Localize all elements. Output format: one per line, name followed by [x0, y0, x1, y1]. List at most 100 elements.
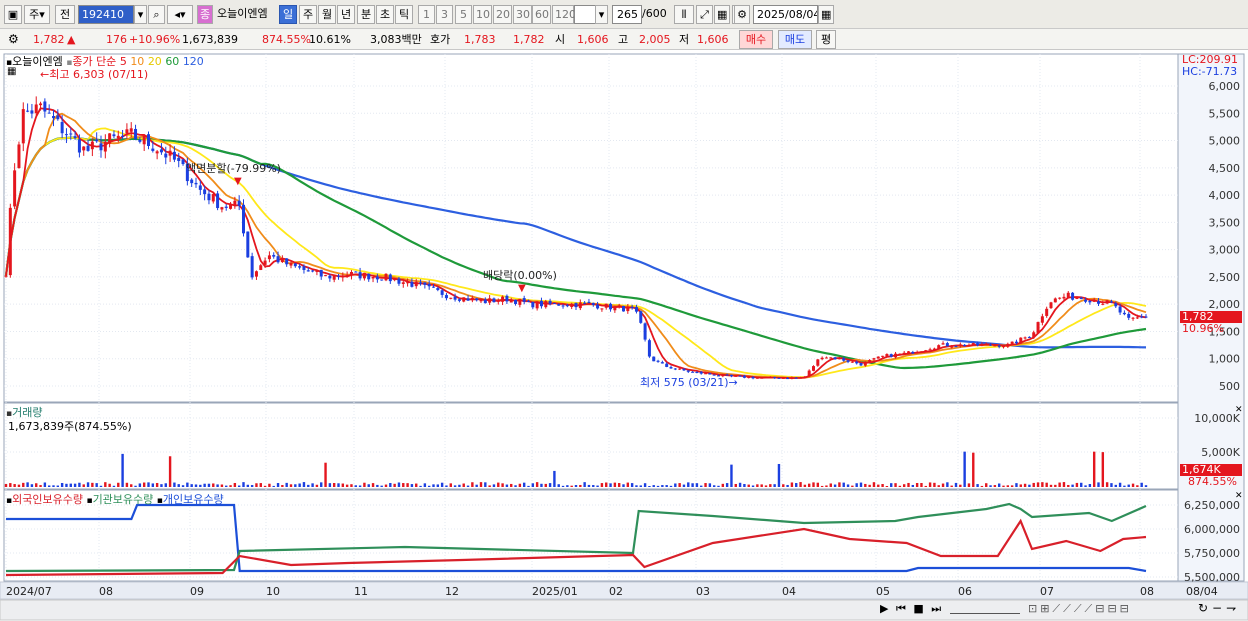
- volume-bar: [777, 463, 781, 487]
- candle-body: [30, 110, 34, 114]
- volume-bar: [769, 484, 772, 487]
- candle-body: [1118, 306, 1122, 313]
- volume-panel-close-icon[interactable]: ✕: [1235, 405, 1243, 415]
- volume-bar: [544, 483, 547, 487]
- search-icon[interactable]: ⌕: [148, 5, 165, 24]
- candle-body: [850, 361, 854, 363]
- tick-button-120[interactable]: 120: [552, 5, 576, 24]
- candle-body: [73, 136, 77, 138]
- settings-gear-icon[interactable]: ⚙: [734, 5, 750, 24]
- low-label: 저: [679, 33, 690, 46]
- tick-button-60[interactable]: 60: [532, 5, 551, 24]
- tick-button-3[interactable]: 3: [436, 5, 453, 24]
- candle-body: [354, 271, 358, 273]
- tick-button-20[interactable]: 20: [493, 5, 512, 24]
- volume-bar: [237, 485, 241, 487]
- tick-button-1[interactable]: 1: [418, 5, 435, 24]
- grid-icon[interactable]: ▦: [714, 5, 730, 24]
- code-dropdown-icon[interactable]: ▾: [134, 5, 147, 24]
- tick-button-30[interactable]: 30: [513, 5, 532, 24]
- candle-body: [475, 298, 479, 301]
- draw-tool-icon[interactable]: ⤢: [696, 5, 713, 24]
- candle-body: [1010, 341, 1014, 344]
- change-arrow-icon: ▲: [67, 33, 76, 46]
- chart-tool-icons[interactable]: ⊡⊞⟋⟋⟋⟋⊟⊟⊟: [1028, 602, 1132, 616]
- candle-body: [69, 133, 73, 135]
- open-price: 1,606: [577, 33, 609, 46]
- window-icon[interactable]: ▣: [4, 5, 22, 24]
- stock-code-input[interactable]: 192410: [78, 5, 134, 24]
- volume-bar: [337, 483, 340, 487]
- candle-body: [1036, 322, 1040, 333]
- candle-body: [254, 271, 258, 277]
- legend-ma60[interactable]: 60: [165, 55, 179, 68]
- calendar-icon[interactable]: ▦: [818, 5, 834, 24]
- volume-bar: [1110, 483, 1113, 487]
- legend-institution[interactable]: 기관보유수량: [93, 493, 154, 506]
- data-count-input[interactable]: 265: [612, 5, 642, 24]
- speaker-icon[interactable]: ◂▾: [167, 5, 193, 24]
- candle-type-icon[interactable]: ⫴: [674, 5, 694, 24]
- candle-body: [1006, 343, 1010, 347]
- candle-body: [591, 302, 595, 305]
- x-axis-label: 2025/01: [532, 585, 578, 598]
- prev-button[interactable]: 전: [55, 5, 75, 24]
- stock-chart[interactable]: 6,000 5,500 5,000 4,500 4,000 3,500 3,000 2,500…: [0, 51, 1248, 621]
- period-select[interactable]: 주▾: [24, 5, 50, 24]
- volume-bar: [1032, 482, 1035, 487]
- legend-ma20[interactable]: 20: [148, 55, 162, 68]
- interval-dropdown-icon[interactable]: ▾: [595, 5, 608, 24]
- legend-ma120[interactable]: 120: [183, 55, 204, 68]
- candle-body: [846, 360, 850, 362]
- candle-body: [803, 376, 807, 378]
- volume-bar: [130, 484, 133, 487]
- legend-individual[interactable]: 개인보유수량: [163, 493, 224, 506]
- volume-bar: [954, 482, 958, 487]
- volume-bar: [289, 484, 293, 487]
- volume-bar: [345, 484, 349, 487]
- candle-body: [64, 134, 68, 136]
- volume-bar: [976, 484, 979, 487]
- candle-body: [751, 376, 755, 379]
- volume-bar: [803, 484, 807, 487]
- last-price-pct: 10.96%: [1182, 322, 1224, 335]
- volume-bar: [186, 482, 189, 487]
- eval-button[interactable]: 평: [816, 30, 836, 49]
- price-change: 176: [106, 33, 127, 46]
- sell-button[interactable]: 매도: [778, 30, 812, 49]
- tab-week[interactable]: 주: [299, 5, 317, 24]
- candle-body: [233, 200, 237, 206]
- volume-bar: [665, 485, 668, 487]
- holder-y-tick: 6,000,000: [1184, 523, 1240, 536]
- volume-bar: [561, 485, 565, 487]
- holder-panel-close-icon[interactable]: ✕: [1235, 491, 1243, 501]
- date-input[interactable]: 2025/08/04: [753, 5, 818, 24]
- settings-small-icon[interactable]: ⚙: [8, 32, 19, 47]
- candle-body: [116, 135, 120, 139]
- zoom-icons[interactable]: ↻−⇁: [1198, 601, 1240, 615]
- scroll-controls[interactable]: ▶ ⏮ ■ ⏭: [880, 602, 943, 616]
- volume-bar: [242, 482, 245, 487]
- tab-tick[interactable]: 틱: [395, 5, 413, 24]
- panel-menu-icon[interactable]: ▦: [7, 66, 16, 77]
- volume-bar: [648, 485, 651, 487]
- tab-minute[interactable]: 분: [357, 5, 375, 24]
- volume-bar: [281, 485, 284, 487]
- tick-button-10[interactable]: 10: [473, 5, 492, 24]
- candle-body: [859, 362, 863, 366]
- volume-bar: [108, 483, 111, 487]
- tab-second[interactable]: 초: [376, 5, 394, 24]
- tab-year[interactable]: 년: [337, 5, 355, 24]
- volume-bar: [285, 482, 288, 487]
- buy-button[interactable]: 매수: [739, 30, 773, 49]
- tick-button-5[interactable]: 5: [455, 5, 472, 24]
- volume-bar: [915, 483, 919, 487]
- zoom-slider[interactable]: [950, 602, 1020, 614]
- tab-day[interactable]: 일: [279, 5, 297, 24]
- tab-month[interactable]: 월: [318, 5, 336, 24]
- candle-body: [492, 298, 496, 303]
- volume-bar: [764, 485, 768, 487]
- volume-bar: [173, 482, 176, 487]
- candle-body: [466, 298, 470, 301]
- legend-foreign[interactable]: 외국인보유수량: [12, 493, 83, 506]
